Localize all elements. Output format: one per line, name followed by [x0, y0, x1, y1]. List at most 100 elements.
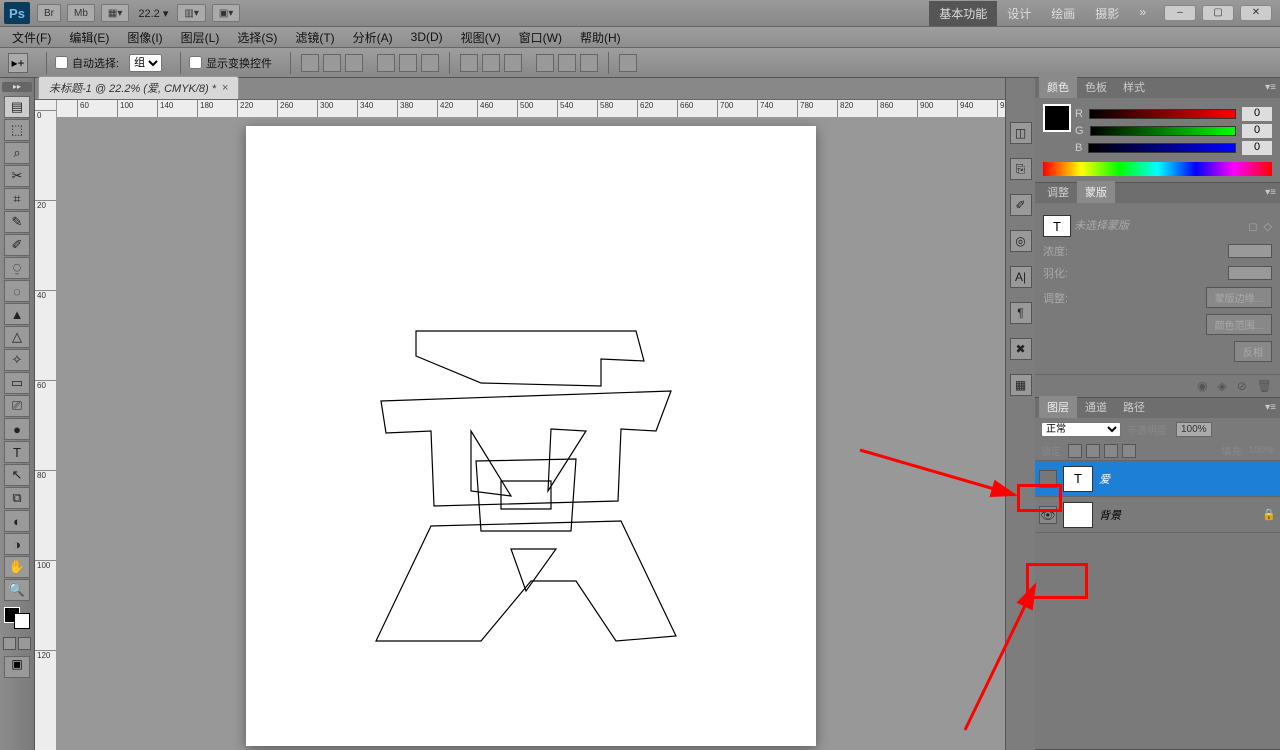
- zoom-tool[interactable]: 🔍: [4, 579, 30, 601]
- shape-tool[interactable]: ⧉: [4, 487, 30, 509]
- align-right-icon[interactable]: [421, 54, 439, 72]
- align-top-icon[interactable]: [301, 54, 319, 72]
- menu-3d[interactable]: 3D(D): [411, 30, 443, 44]
- 3d-tool[interactable]: ◐: [4, 510, 30, 532]
- window-minimize[interactable]: –: [1164, 5, 1196, 21]
- red-value[interactable]: 0: [1242, 107, 1272, 121]
- path-select-tool[interactable]: ↖: [4, 464, 30, 486]
- dodge-tool[interactable]: ⎚: [4, 395, 30, 417]
- tab-masks[interactable]: 蒙版: [1077, 181, 1115, 203]
- actions-panel-icon[interactable]: ⎘: [1010, 158, 1032, 180]
- blur-tool[interactable]: ▭: [4, 372, 30, 394]
- close-icon[interactable]: ×: [222, 82, 228, 94]
- menu-window[interactable]: 窗口(W): [519, 29, 562, 46]
- viewextras-dropdown[interactable]: ▦▾: [101, 4, 129, 22]
- spectrum-ramp[interactable]: [1043, 162, 1272, 176]
- document-tab[interactable]: 未标题-1 @ 22.2% (爱, CMYK/8) *×: [38, 76, 239, 99]
- tool-preset-panel-icon[interactable]: ✖: [1010, 338, 1032, 360]
- minibridge-button[interactable]: Mb: [67, 4, 95, 22]
- green-value[interactable]: 0: [1242, 124, 1272, 138]
- eyedropper-tool[interactable]: ✎: [4, 211, 30, 233]
- brush-panel-icon[interactable]: ✐: [1010, 194, 1032, 216]
- vertical-ruler[interactable]: 020406080100120: [35, 100, 57, 750]
- layer-row[interactable]: 👁 T 爱: [1035, 461, 1280, 497]
- layer-name[interactable]: 爱: [1099, 471, 1110, 487]
- eraser-tool[interactable]: △: [4, 326, 30, 348]
- opacity-field[interactable]: 100%: [1176, 422, 1212, 437]
- type-tool[interactable]: T: [4, 441, 30, 463]
- menu-edit[interactable]: 编辑(E): [69, 29, 109, 46]
- menu-layer[interactable]: 图层(L): [181, 29, 220, 46]
- menu-filter[interactable]: 滤镜(T): [295, 29, 334, 46]
- distribute-top-icon[interactable]: [460, 54, 478, 72]
- tab-color[interactable]: 颜色: [1039, 76, 1077, 98]
- lock-transparency-icon[interactable]: [1068, 444, 1082, 458]
- screen-mode-button[interactable]: ▣: [4, 656, 30, 678]
- workspace-tab-design[interactable]: 设计: [997, 1, 1041, 26]
- blue-slider[interactable]: [1088, 143, 1236, 153]
- fill-field[interactable]: 100%: [1248, 445, 1274, 456]
- lock-pixels-icon[interactable]: [1086, 444, 1100, 458]
- apply-mask-icon[interactable]: ◈: [1217, 379, 1226, 393]
- blue-value[interactable]: 0: [1242, 141, 1272, 155]
- bridge-button[interactable]: Br: [37, 4, 61, 22]
- distribute-vcenter-icon[interactable]: [482, 54, 500, 72]
- invert-button[interactable]: 反相: [1234, 341, 1272, 362]
- red-slider[interactable]: [1089, 109, 1236, 119]
- align-vcenter-icon[interactable]: [323, 54, 341, 72]
- green-slider[interactable]: [1090, 126, 1236, 136]
- lock-all-icon[interactable]: [1122, 444, 1136, 458]
- horizontal-ruler[interactable]: 6010014018022026030034038042046050054058…: [57, 100, 1005, 118]
- menu-select[interactable]: 选择(S): [237, 29, 277, 46]
- quickselect-tool[interactable]: ✂: [4, 165, 30, 187]
- current-tool-icon[interactable]: ▸+: [8, 53, 28, 73]
- workspace-more[interactable]: »: [1129, 1, 1156, 26]
- distribute-right-icon[interactable]: [580, 54, 598, 72]
- history-panel-icon[interactable]: ◫: [1010, 122, 1032, 144]
- window-close[interactable]: ✕: [1240, 5, 1272, 21]
- distribute-bottom-icon[interactable]: [504, 54, 522, 72]
- window-restore[interactable]: ▢: [1202, 5, 1234, 21]
- arrange-dropdown[interactable]: ▥▾: [177, 4, 205, 22]
- align-hcenter-icon[interactable]: [399, 54, 417, 72]
- delete-mask-icon[interactable]: 🗑: [1257, 379, 1272, 393]
- tab-adjustments[interactable]: 调整: [1039, 181, 1077, 203]
- workspace-tab-photography[interactable]: 摄影: [1085, 1, 1129, 26]
- auto-select-checkbox[interactable]: 自动选择:: [55, 55, 119, 71]
- 3dcam-tool[interactable]: ◑: [4, 533, 30, 555]
- density-field[interactable]: [1228, 244, 1272, 258]
- mask-edge-button[interactable]: 蒙版边缘...: [1206, 287, 1272, 308]
- feather-field[interactable]: [1228, 266, 1272, 280]
- screenmode-dropdown[interactable]: ▣▾: [212, 4, 240, 22]
- canvas[interactable]: [246, 126, 816, 746]
- disable-mask-icon[interactable]: ⊘: [1237, 379, 1247, 393]
- panel-menu-icon[interactable]: ▾≡: [1265, 187, 1276, 198]
- menu-file[interactable]: 文件(F): [12, 29, 51, 46]
- distribute-left-icon[interactable]: [536, 54, 554, 72]
- gradient-tool[interactable]: ✧: [4, 349, 30, 371]
- background-swatch[interactable]: [14, 613, 30, 629]
- menu-image[interactable]: 图像(I): [127, 29, 162, 46]
- marquee-tool[interactable]: ⬚: [4, 119, 30, 141]
- stamp-tool[interactable]: ◌: [4, 280, 30, 302]
- color-range-button[interactable]: 颜色范围...: [1206, 314, 1272, 335]
- crop-tool[interactable]: ⌗: [4, 188, 30, 210]
- visibility-toggle[interactable]: 👁: [1039, 506, 1057, 524]
- menu-view[interactable]: 视图(V): [461, 29, 501, 46]
- panel-menu-icon[interactable]: ▾≡: [1265, 82, 1276, 93]
- align-left-icon[interactable]: [377, 54, 395, 72]
- lock-position-icon[interactable]: [1104, 444, 1118, 458]
- tab-paths[interactable]: 路径: [1115, 396, 1153, 418]
- tab-channels[interactable]: 通道: [1077, 396, 1115, 418]
- layer-row[interactable]: 👁 背景 🔒: [1035, 497, 1280, 533]
- heal-tool[interactable]: ✐: [4, 234, 30, 256]
- char-panel-icon[interactable]: A|: [1010, 266, 1032, 288]
- panel-menu-icon[interactable]: ▾≡: [1265, 402, 1276, 413]
- load-mask-icon[interactable]: ◉: [1197, 379, 1207, 393]
- show-transform-checkbox[interactable]: 显示变换控件: [189, 55, 272, 71]
- auto-select-target[interactable]: 组: [129, 54, 162, 72]
- menu-analysis[interactable]: 分析(A): [353, 29, 393, 46]
- tab-swatches[interactable]: 色板: [1077, 76, 1115, 98]
- palette-collapse-icon[interactable]: ▸▸: [2, 82, 32, 92]
- tab-styles[interactable]: 样式: [1115, 76, 1153, 98]
